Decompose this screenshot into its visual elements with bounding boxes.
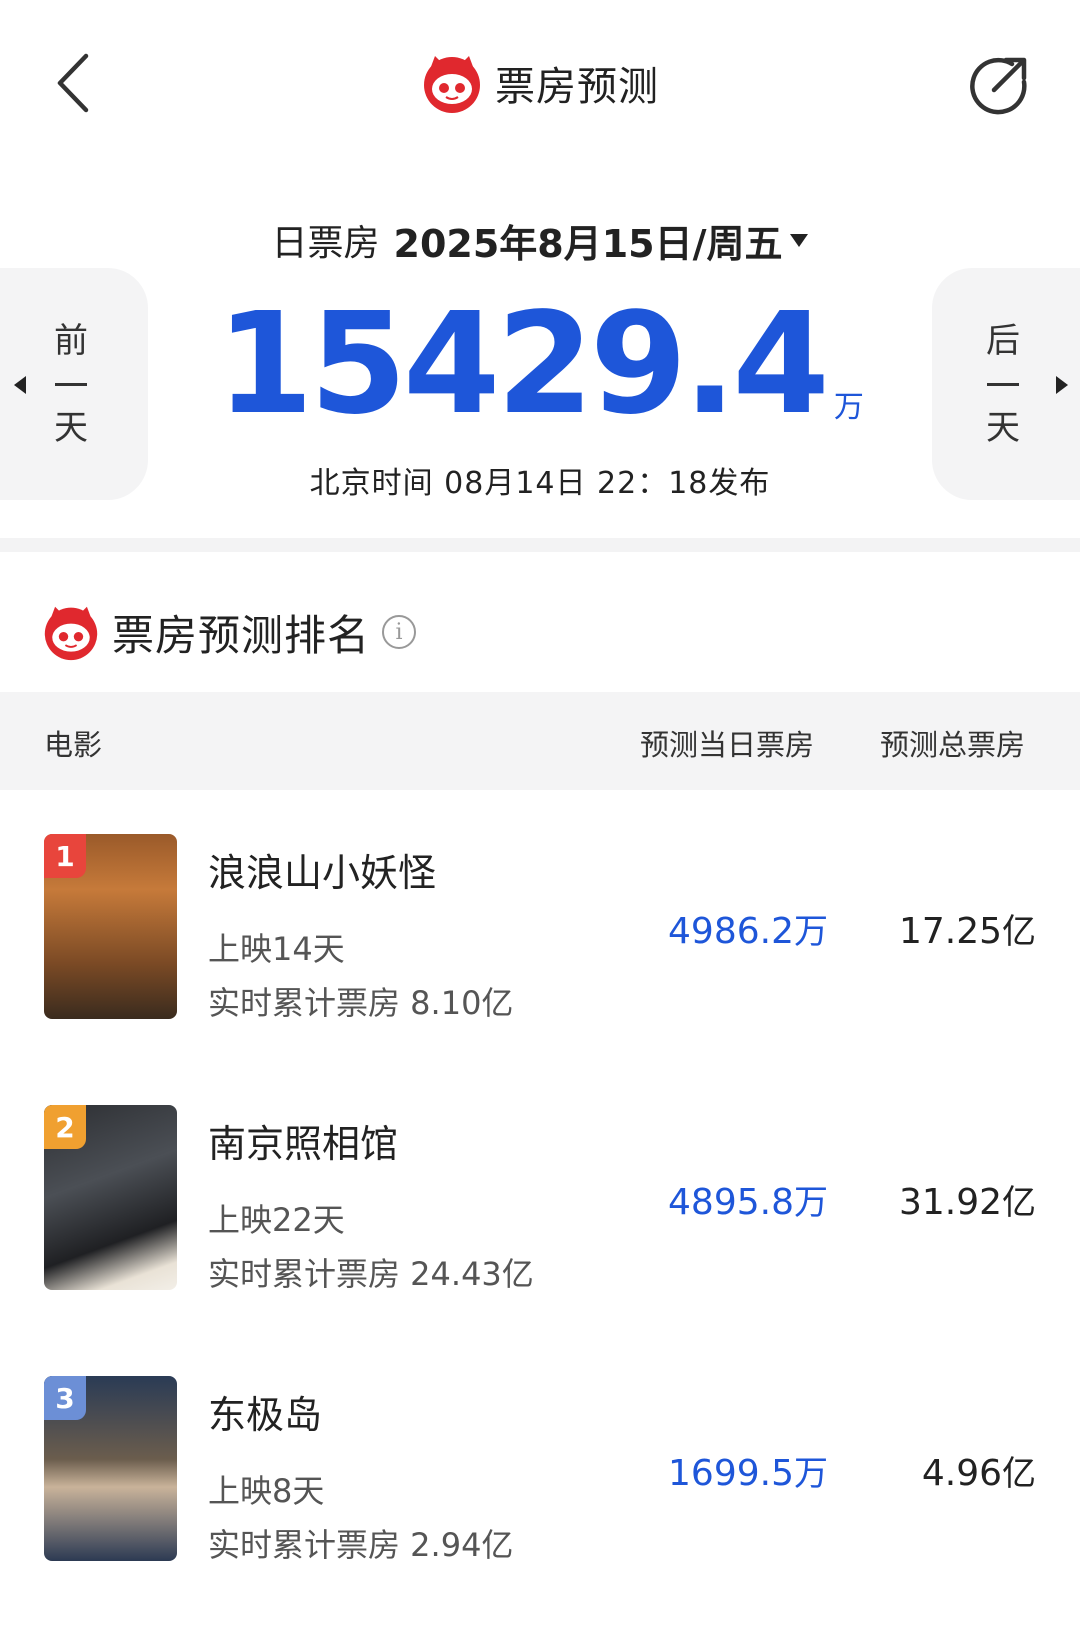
- predicted-day-box-office: 1699.5万: [668, 1446, 828, 1495]
- publish-time: 北京时间 08月14日 22：18发布: [309, 466, 771, 501]
- days-released: 上映14天: [208, 930, 345, 968]
- total-value: 31.92: [898, 1182, 1002, 1223]
- predicted-day-box-office: 4986.2万: [668, 904, 828, 953]
- table-row[interactable]: 1 浪浪山小妖怪 上映14天 实时累计票房 8.10亿 4986.2万 17.2…: [0, 834, 1080, 1034]
- total-unit: 亿: [1002, 1454, 1036, 1494]
- day-unit: 万: [794, 912, 828, 952]
- date-selector[interactable]: 日票房 2025年8月15日/周五: [0, 212, 1080, 268]
- share-icon: [970, 57, 1027, 115]
- movie-name: 南京照相馆: [208, 1122, 399, 1166]
- total-value: 17.25: [898, 911, 1002, 952]
- cat-logo-icon: [44, 606, 98, 661]
- share-button[interactable]: [968, 52, 1032, 116]
- total-value: 15429.4: [216, 283, 830, 446]
- day-unit: 万: [794, 1454, 828, 1494]
- rank-badge: 2: [44, 1105, 86, 1149]
- total-unit: 万: [833, 390, 864, 425]
- caret-down-icon: [790, 233, 809, 247]
- table-header: 电影 预测当日票房 预测总票房: [0, 692, 1080, 790]
- days-released: 上映8天: [208, 1472, 325, 1510]
- column-header-movie: 电影: [44, 728, 103, 762]
- info-icon[interactable]: i: [382, 615, 417, 649]
- rank-badge: 3: [44, 1376, 86, 1420]
- movie-name: 浪浪山小妖怪: [208, 851, 437, 895]
- day-value: 1699.5: [668, 1453, 794, 1494]
- movie-poster: 1: [44, 834, 177, 1019]
- ranking-header: 票房预测排名 i: [42, 600, 417, 664]
- total-unit: 亿: [1002, 912, 1036, 952]
- table-row[interactable]: 2 南京照相馆 上映22天 实时累计票房 24.43亿 4895.8万 31.9…: [0, 1105, 1080, 1305]
- predicted-total-box-office: 17.25亿: [899, 904, 1036, 953]
- title-wrap: 票房预测: [0, 48, 1080, 118]
- rank-badge: 1: [44, 834, 86, 878]
- page-title: 票房预测: [495, 64, 659, 110]
- movie-poster: 2: [44, 1105, 177, 1290]
- cumulative-box-office: 实时累计票房 24.43亿: [208, 1255, 534, 1293]
- column-header-total[interactable]: 预测总票房: [880, 722, 1025, 764]
- predicted-total-box-office: 31.92亿: [899, 1175, 1036, 1224]
- predicted-day-box-office: 4895.8万: [668, 1175, 828, 1224]
- cat-logo-icon: [424, 56, 480, 113]
- movie-poster: 3: [44, 1376, 177, 1561]
- ranking-title: 票房预测排名: [112, 610, 371, 660]
- total-unit: 亿: [1002, 1183, 1036, 1223]
- table-row[interactable]: 3 东极岛 上映8天 实时累计票房 2.94亿 1699.5万 4.96亿: [0, 1376, 1080, 1576]
- column-header-day[interactable]: 预测当日票房: [640, 722, 814, 764]
- predicted-total-box-office: 4.96亿: [922, 1446, 1036, 1495]
- movie-name: 东极岛: [208, 1393, 323, 1437]
- cumulative-box-office: 实时累计票房 2.94亿: [208, 1526, 514, 1564]
- section-divider: [0, 538, 1080, 552]
- top-bar: 票房预测: [0, 0, 1080, 170]
- day-unit: 万: [794, 1183, 828, 1223]
- days-released: 上映22天: [208, 1201, 345, 1239]
- date-type-label: 日票房: [271, 223, 380, 264]
- total-value: 4.96: [921, 1453, 1002, 1494]
- day-value: 4895.8: [668, 1182, 794, 1223]
- total-box-office: 15429.4 万: [0, 290, 1080, 440]
- day-value: 4986.2: [668, 911, 794, 952]
- cumulative-box-office: 实时累计票房 8.10亿: [208, 984, 514, 1022]
- date-value: 2025年8月15日/周五: [393, 221, 783, 266]
